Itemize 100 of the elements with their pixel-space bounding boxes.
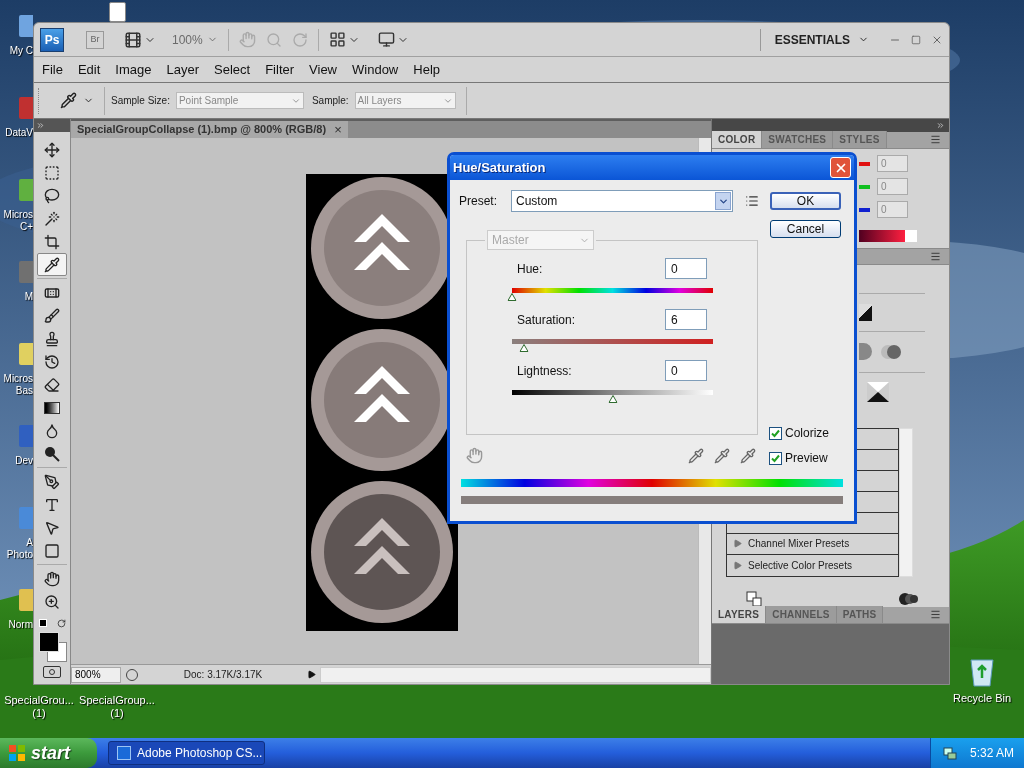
start-button[interactable]: start <box>0 738 97 768</box>
lasso-icon <box>44 187 60 204</box>
panel-tab[interactable]: COLOR <box>712 131 763 148</box>
default-colors-icon[interactable] <box>38 619 47 627</box>
panel-menu-icon[interactable] <box>930 134 941 145</box>
workspace-switcher[interactable]: ESSENTIALS <box>774 30 869 49</box>
history-brush-icon <box>44 353 60 370</box>
menu-item[interactable]: Filter <box>265 59 295 80</box>
checkbox-label: Preview <box>785 450 828 467</box>
menu-item[interactable]: Edit <box>77 59 101 80</box>
desktop-icon-label: Photo <box>6 549 33 561</box>
eyedropper-icon[interactable] <box>688 447 704 464</box>
menu-item[interactable]: Layer <box>166 59 200 80</box>
desktop-icon-label: SpecialGroup... <box>79 694 155 707</box>
tool-button[interactable] <box>37 253 67 276</box>
crop-icon <box>44 233 60 250</box>
preset-dropdown[interactable]: Custom <box>511 190 733 212</box>
list-scrollbar[interactable] <box>899 428 913 577</box>
eyedropper-plus-icon[interactable] <box>714 447 730 464</box>
panel-tab[interactable]: LAYERS <box>712 606 767 623</box>
channel-slider-end[interactable] <box>859 184 870 189</box>
channel-slider-end[interactable] <box>859 161 870 166</box>
zoom-field[interactable]: 800% <box>71 666 121 683</box>
expand-arrow-icon[interactable] <box>733 539 742 549</box>
close-button[interactable] <box>830 157 851 178</box>
dialog-button[interactable]: Cancel <box>770 220 841 238</box>
close-tab-button[interactable]: × <box>334 119 342 140</box>
panel-menu-icon[interactable] <box>930 609 941 620</box>
gradient-map-icon[interactable] <box>867 381 889 402</box>
expand-arrow-icon[interactable] <box>733 561 742 570</box>
option-label: Sample Size: <box>111 94 170 108</box>
photoshop-icon <box>117 746 131 760</box>
document-tab[interactable]: SpecialGroupCollapse (1).bmp @ 800% (RGB/8) × <box>71 121 348 138</box>
taskbar-button[interactable]: Adobe Photoshop CS... <box>108 741 265 765</box>
desktop-icon-label: Micros <box>3 209 33 221</box>
option-label: Sample: <box>311 94 349 108</box>
app-logo[interactable]: Ps <box>40 27 64 52</box>
status-menu-icon[interactable] <box>307 670 316 679</box>
preset-label: Preset: <box>459 193 498 210</box>
quick-mask-icon[interactable] <box>43 666 61 678</box>
slider-thumb[interactable] <box>519 344 529 352</box>
desktop-icon-label: Recycle Bin <box>952 691 1012 706</box>
preset-list-item[interactable]: Channel Mixer Presets <box>727 534 898 555</box>
zoom-level-dropdown[interactable]: 100% <box>172 30 218 49</box>
checkbox[interactable] <box>769 451 782 465</box>
desktop-icon-label: (1) <box>32 707 46 720</box>
menu-item[interactable]: View <box>309 59 337 80</box>
panel-menu-icon[interactable] <box>930 251 941 262</box>
windows-flag-icon <box>8 744 26 762</box>
visibility-circles-icon[interactable] <box>899 592 919 606</box>
horizontal-scrollbar[interactable] <box>320 666 711 683</box>
desktop-icon-label: C+ <box>19 221 33 233</box>
desktop-icon-label: DataV <box>5 127 33 139</box>
expand-view-icon[interactable] <box>746 591 762 607</box>
slider-thumb[interactable] <box>507 293 517 301</box>
slider-value-field[interactable]: 6 <box>665 309 707 330</box>
slider-thumb[interactable] <box>608 395 617 403</box>
clock: 5:32 AM <box>969 745 1014 762</box>
recycle-bin-icon[interactable] <box>967 656 997 688</box>
color-ramp[interactable] <box>859 230 917 242</box>
rectangle-icon <box>44 542 60 559</box>
slider-value-field[interactable]: 0 <box>665 258 707 279</box>
desktop-icon-label: A <box>26 537 33 549</box>
expand-icon[interactable] <box>36 121 45 130</box>
pen-icon <box>44 473 60 490</box>
desktop-icon-label: (1) <box>110 707 124 720</box>
slider-value-field[interactable]: 0 <box>665 360 707 381</box>
desktop-icon-label: Bas <box>15 385 33 397</box>
arrange-documents-icon[interactable] <box>328 31 346 48</box>
dialog-button[interactable]: OK <box>770 192 841 210</box>
menu-item[interactable]: Select <box>214 59 251 80</box>
slider-label: Lightness: <box>517 362 572 380</box>
preset-options-icon[interactable] <box>745 194 759 208</box>
menu-item[interactable]: Help <box>413 59 440 80</box>
collapse-icon[interactable] <box>936 121 945 130</box>
eraser-icon <box>44 376 60 393</box>
film-icon[interactable] <box>124 30 142 49</box>
preset-list-item[interactable]: Selective Color Presets <box>727 555 898 576</box>
notepad-icon[interactable] <box>109 2 126 22</box>
checkbox[interactable] <box>769 426 782 440</box>
screen-mode-icon[interactable] <box>377 31 395 48</box>
arrow-pointer-icon <box>44 519 60 536</box>
menu-item[interactable]: Image <box>115 59 152 80</box>
document-size-text: Doc: 3.17K/3.17K <box>182 668 264 682</box>
bridge-button[interactable]: Br <box>86 30 104 49</box>
menu-item[interactable]: Window <box>352 59 399 80</box>
network-icon[interactable] <box>941 745 958 761</box>
eyedropper-icon[interactable] <box>60 92 77 109</box>
move-icon <box>44 141 60 158</box>
desktop-icon-label: Norm <box>8 619 33 631</box>
foreground-color-swatch[interactable] <box>39 632 59 652</box>
zoom-icon <box>44 593 60 610</box>
dodge-icon <box>44 445 60 462</box>
menu-item[interactable]: File <box>42 59 63 80</box>
channel-slider-end[interactable] <box>859 207 870 212</box>
dialog-title: Hue/Saturation <box>453 158 546 177</box>
swap-colors-icon[interactable] <box>56 619 66 628</box>
slider-label: Hue: <box>517 260 543 278</box>
checkbox-label: Colorize <box>785 425 829 442</box>
eyedropper-minus-icon[interactable] <box>740 447 756 464</box>
